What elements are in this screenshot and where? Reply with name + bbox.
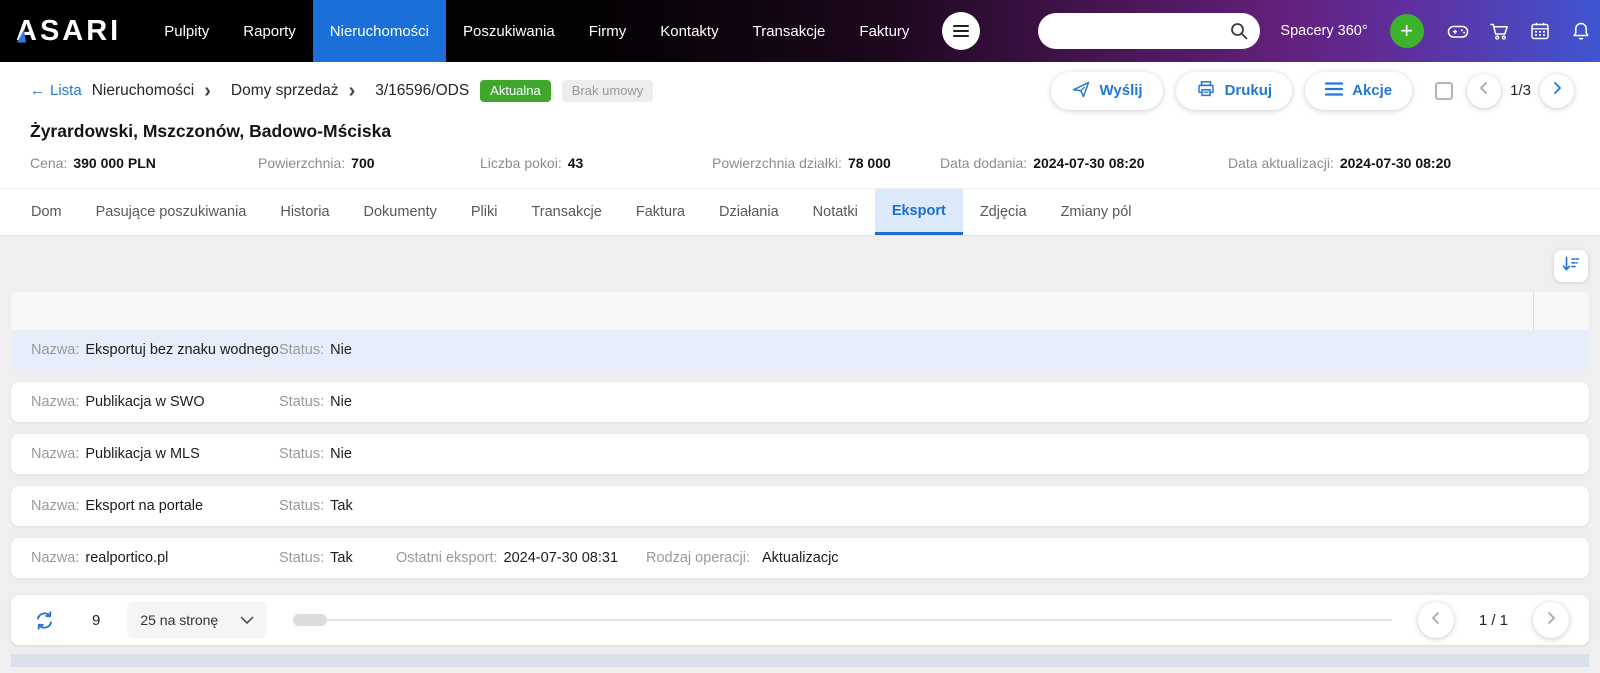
field-rooms: Liczba pokoi: 43 bbox=[480, 155, 584, 171]
back-to-list-link[interactable]: ← Lista bbox=[30, 82, 82, 99]
chevron-left-icon bbox=[1426, 608, 1446, 633]
add-button[interactable]: + bbox=[1389, 14, 1424, 48]
calendar-icon[interactable] bbox=[1529, 20, 1551, 42]
gamepad-icon[interactable] bbox=[1447, 20, 1469, 42]
spacery-360-link[interactable]: Spacery 360° bbox=[1280, 23, 1367, 39]
export-row-portale[interactable]: Nazwa: Eksport na portale Status: Tak bbox=[11, 486, 1589, 526]
refresh-icon[interactable] bbox=[33, 609, 56, 632]
breadcrumb: ← Lista Nieruchomości › Domy sprzedaż › … bbox=[0, 62, 1600, 119]
export-row-watermark[interactable]: Nazwa: Eksportuj bez znaku wodnego Statu… bbox=[11, 330, 1589, 370]
nav-item-faktury[interactable]: Faktury bbox=[842, 0, 926, 62]
sort-row bbox=[11, 244, 1589, 292]
nav-item-raporty[interactable]: Raporty bbox=[226, 0, 313, 62]
nav-item-kontakty[interactable]: Kontakty bbox=[643, 0, 735, 62]
chevron-down-icon bbox=[240, 612, 254, 628]
tab-pasujace-poszukiwania[interactable]: Pasujące poszukiwania bbox=[79, 189, 264, 235]
tab-eksport[interactable]: Eksport bbox=[874, 189, 963, 235]
list-page-indicator: 1 / 1 bbox=[1478, 611, 1508, 629]
actions-button[interactable]: Akcje bbox=[1305, 71, 1413, 110]
hamburger-menu-button[interactable] bbox=[942, 12, 981, 50]
send-icon bbox=[1071, 79, 1091, 103]
contract-badge: Brak umowy bbox=[561, 79, 654, 102]
detail-tabs: Dom Pasujące poszukiwania Historia Dokum… bbox=[0, 188, 1600, 236]
sort-icon bbox=[1560, 253, 1582, 280]
nav-item-firmy[interactable]: Firmy bbox=[572, 0, 644, 62]
tab-dokumenty[interactable]: Dokumenty bbox=[347, 189, 454, 235]
asari-logo[interactable]: ASARI bbox=[16, 15, 121, 48]
menu-icon bbox=[1325, 81, 1344, 101]
next-record-button[interactable] bbox=[1540, 73, 1574, 108]
nav-item-poszukiwania[interactable]: Poszukiwania bbox=[446, 0, 572, 62]
table-header-row bbox=[11, 292, 1589, 330]
tab-transakcje[interactable]: Transakcje bbox=[514, 189, 618, 235]
field-date-updated: Data aktualizacji: 2024-07-30 08:20 bbox=[1228, 155, 1452, 171]
printer-icon bbox=[1196, 79, 1216, 103]
property-summary: Cena: 390 000 PLN Powierzchnia: 700 Licz… bbox=[0, 142, 1600, 188]
nav-item-transakcje[interactable]: Transakcje bbox=[736, 0, 843, 62]
field-price: Cena: 390 000 PLN bbox=[30, 155, 156, 171]
record-actions: Wyślij Drukuj Akcje 1/3 bbox=[1038, 71, 1574, 110]
scrollbar-thumb[interactable] bbox=[293, 614, 328, 626]
horizontal-scrollbar[interactable] bbox=[293, 614, 1393, 626]
export-row-mls[interactable]: Nazwa: Publikacja w MLS Status: Nie bbox=[11, 434, 1589, 474]
tab-pliki[interactable]: Pliki bbox=[454, 189, 515, 235]
record-page-indicator: 1/3 bbox=[1510, 82, 1531, 99]
print-button[interactable]: Drukuj bbox=[1175, 71, 1293, 110]
nav-item-nieruchomosci[interactable]: Nieruchomości bbox=[312, 0, 446, 62]
chevron-right-icon: › bbox=[348, 79, 356, 102]
export-row-swo[interactable]: Nazwa: Publikacja w SWO Status: Nie bbox=[11, 382, 1589, 422]
cart-icon[interactable] bbox=[1488, 20, 1510, 42]
select-record-checkbox[interactable] bbox=[1435, 81, 1454, 100]
send-button[interactable]: Wyślij bbox=[1050, 71, 1163, 110]
chevron-left-icon bbox=[1474, 78, 1494, 103]
breadcrumb-item-category[interactable]: Nieruchomości bbox=[92, 82, 195, 100]
chevron-right-icon bbox=[1547, 78, 1567, 103]
sort-button[interactable] bbox=[1554, 250, 1588, 282]
global-search bbox=[1038, 13, 1261, 49]
per-page-select[interactable]: 25 na stronę bbox=[127, 602, 268, 638]
breadcrumb-item-id[interactable]: 3/16596/ODS bbox=[375, 82, 469, 100]
tab-dzialania[interactable]: Działania bbox=[702, 189, 796, 235]
tab-historia[interactable]: Historia bbox=[263, 189, 346, 235]
field-date-added: Data dodania: 2024-07-30 08:20 bbox=[940, 155, 1145, 171]
tab-dom[interactable]: Dom bbox=[14, 189, 79, 235]
back-arrow-icon: ← bbox=[30, 82, 45, 99]
breadcrumb-item-type[interactable]: Domy sprzedaż bbox=[231, 82, 339, 100]
tab-notatki[interactable]: Notatki bbox=[796, 189, 875, 235]
field-area: Powierzchnia: 700 bbox=[258, 155, 375, 171]
next-page-button[interactable] bbox=[1533, 602, 1569, 638]
list-pagination: 1 / 1 bbox=[1417, 602, 1569, 638]
prev-record-button[interactable] bbox=[1467, 73, 1502, 108]
field-plot-area: Powierzchnia działki: 78 000 bbox=[712, 155, 891, 171]
export-row-realportico[interactable]: Nazwa: realportico.pl Status: Tak Ostatn… bbox=[11, 538, 1589, 578]
status-badge: Aktualna bbox=[480, 79, 551, 102]
export-tab-content: Nazwa: Eksportuj bez znaku wodnego Statu… bbox=[0, 236, 1600, 667]
tab-zdjecia[interactable]: Zdjęcia bbox=[963, 189, 1044, 235]
tab-faktura[interactable]: Faktura bbox=[619, 189, 702, 235]
bell-icon[interactable] bbox=[1570, 20, 1592, 42]
chevron-right-icon bbox=[1541, 608, 1561, 633]
list-footer: 9 25 na stronę 1 / 1 bbox=[11, 595, 1589, 645]
nav-item-pulpity[interactable]: Pulpity bbox=[147, 0, 226, 62]
page-title: Żyrardowski, Mszczonów, Badowo-Mściska bbox=[30, 121, 392, 141]
chevron-right-icon: › bbox=[204, 79, 211, 102]
navbar-icon-group bbox=[1447, 20, 1600, 42]
search-input[interactable] bbox=[1038, 13, 1261, 49]
tab-zmiany-pol[interactable]: Zmiany pól bbox=[1044, 189, 1149, 235]
result-count: 9 bbox=[92, 611, 101, 629]
page-head: ← Lista Nieruchomości › Domy sprzedaż › … bbox=[0, 62, 1600, 188]
prev-page-button[interactable] bbox=[1417, 602, 1454, 638]
bottom-strip bbox=[11, 654, 1589, 667]
top-navbar: ASARI Pulpity Raporty Nieruchomości Posz… bbox=[0, 0, 1600, 62]
